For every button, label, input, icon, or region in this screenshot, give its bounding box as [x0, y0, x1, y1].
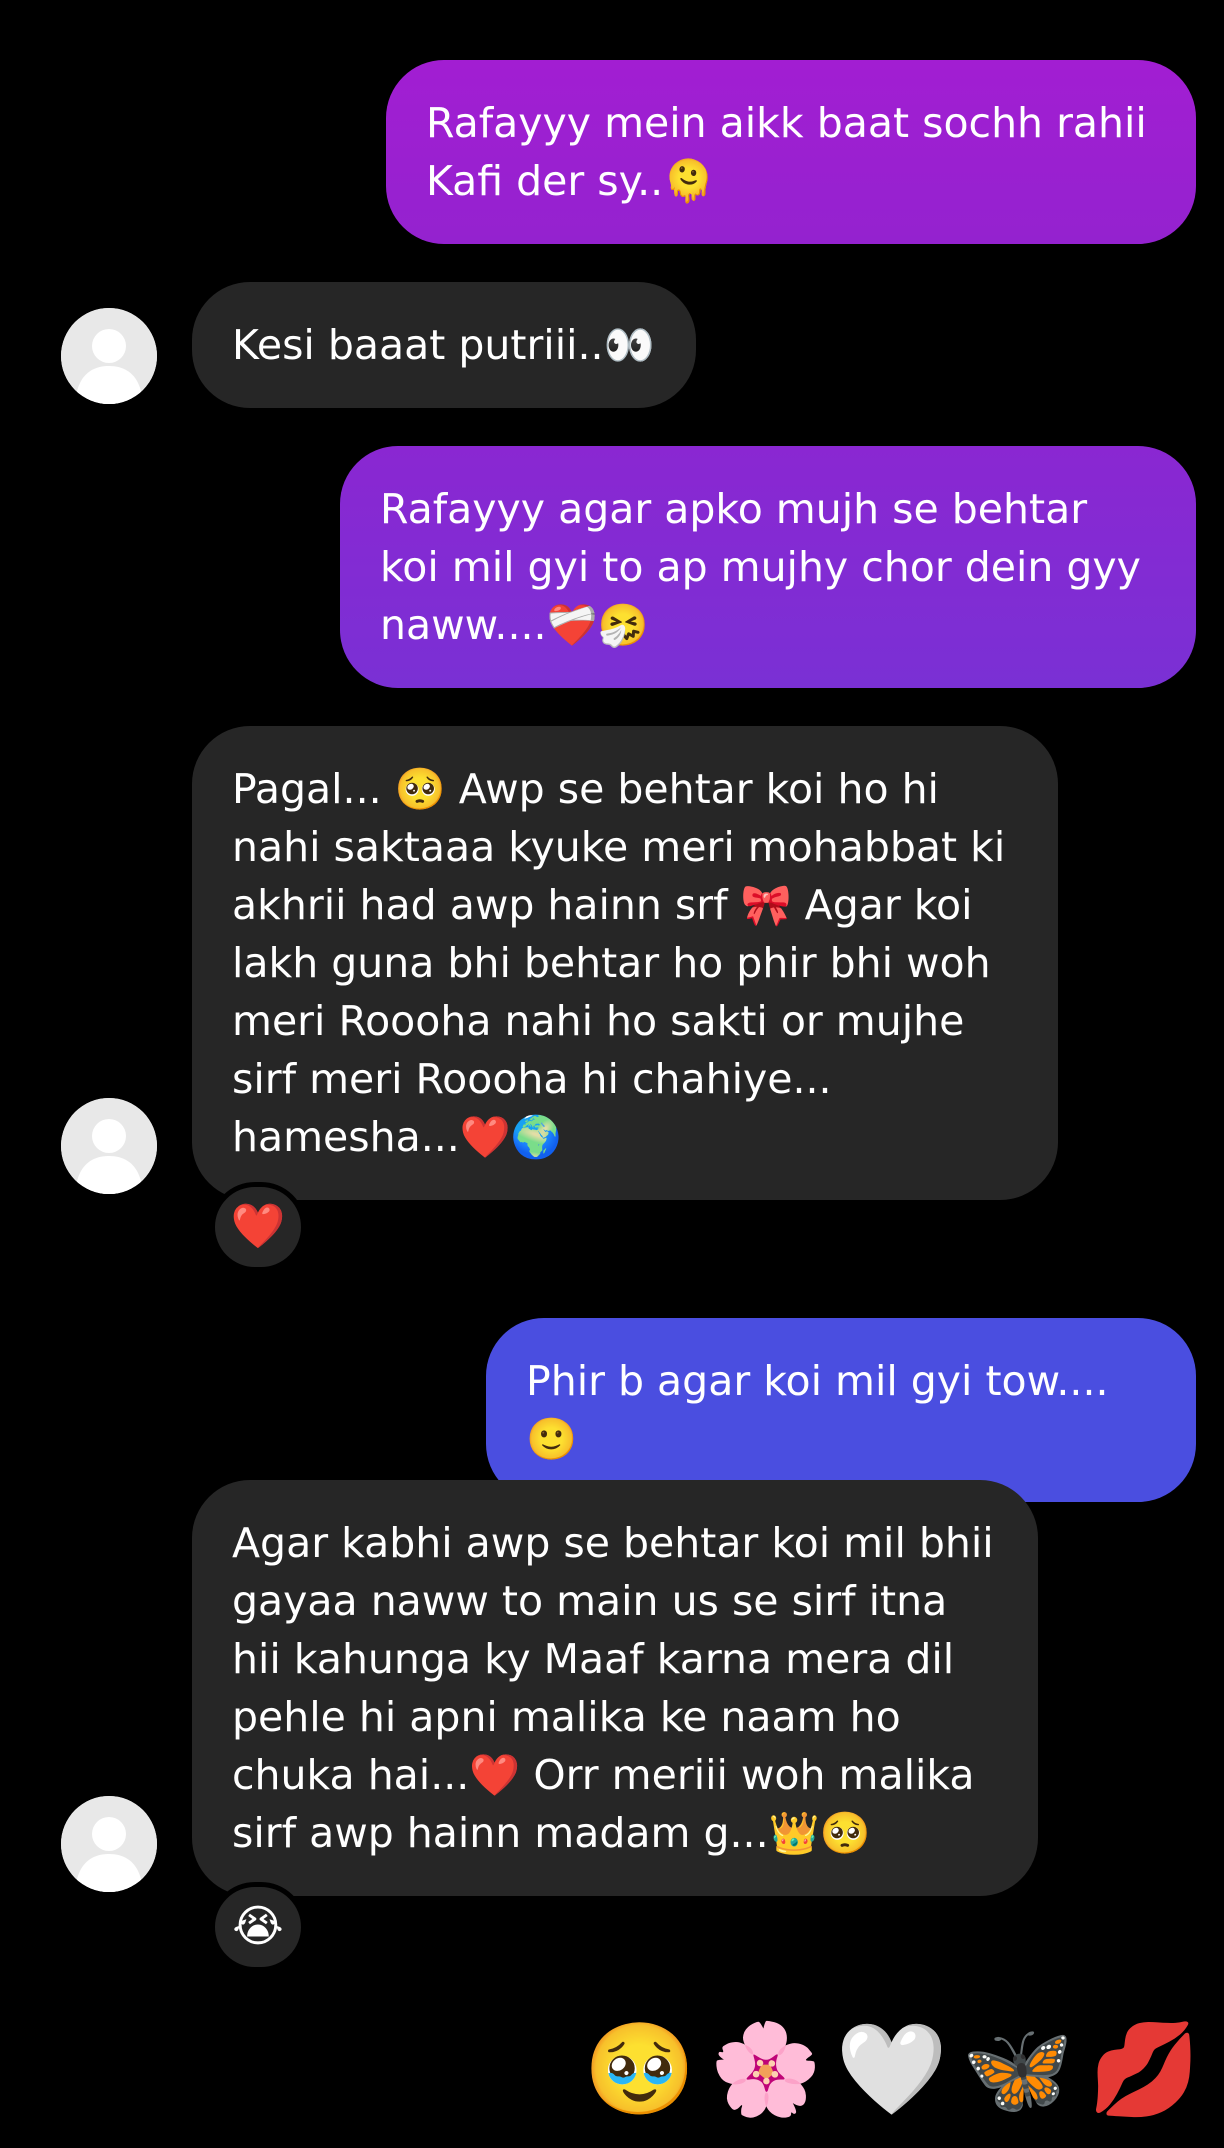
chat-thread: Rafayyy mein aikk baat sochh rahii Kafi …	[0, 0, 1224, 2148]
contact-avatar[interactable]	[61, 1098, 157, 1194]
emoji-quick-bar: 🥹 🌸 🤍 🦋 💋	[584, 2010, 1200, 2130]
kiss-mark-icon[interactable]: 💋	[1088, 2025, 1200, 2115]
message-outgoing[interactable]: Phir b agar koi mil gyi tow....🙂	[486, 1318, 1196, 1502]
pleading-face-icon[interactable]: 🥹	[584, 2025, 696, 2115]
message-outgoing[interactable]: Rafayyy mein aikk baat sochh rahii Kafi …	[386, 60, 1196, 244]
cherry-blossom-icon[interactable]: 🌸	[710, 2025, 822, 2115]
butterfly-icon[interactable]: 🦋	[962, 2025, 1074, 2115]
default-user-avatar-icon	[61, 1098, 157, 1194]
message-outgoing[interactable]: Rafayyy agar apko mujh se behtar koi mil…	[340, 446, 1196, 688]
message-incoming[interactable]: Pagal... 🥺 Awp se behtar koi ho hi nahi …	[192, 726, 1058, 1200]
default-user-avatar-icon	[61, 1796, 157, 1892]
message-incoming[interactable]: Kesi baaat putriii..👀	[192, 282, 696, 408]
default-user-avatar-icon	[61, 308, 157, 404]
contact-avatar[interactable]	[61, 1796, 157, 1892]
contact-avatar[interactable]	[61, 308, 157, 404]
white-heart-icon[interactable]: 🤍	[836, 2025, 948, 2115]
message-incoming[interactable]: Agar kabhi awp se behtar koi mil bhii ga…	[192, 1480, 1038, 1896]
message-reaction[interactable]: 😭	[210, 1882, 306, 1972]
message-reaction[interactable]: ❤️	[210, 1182, 306, 1272]
